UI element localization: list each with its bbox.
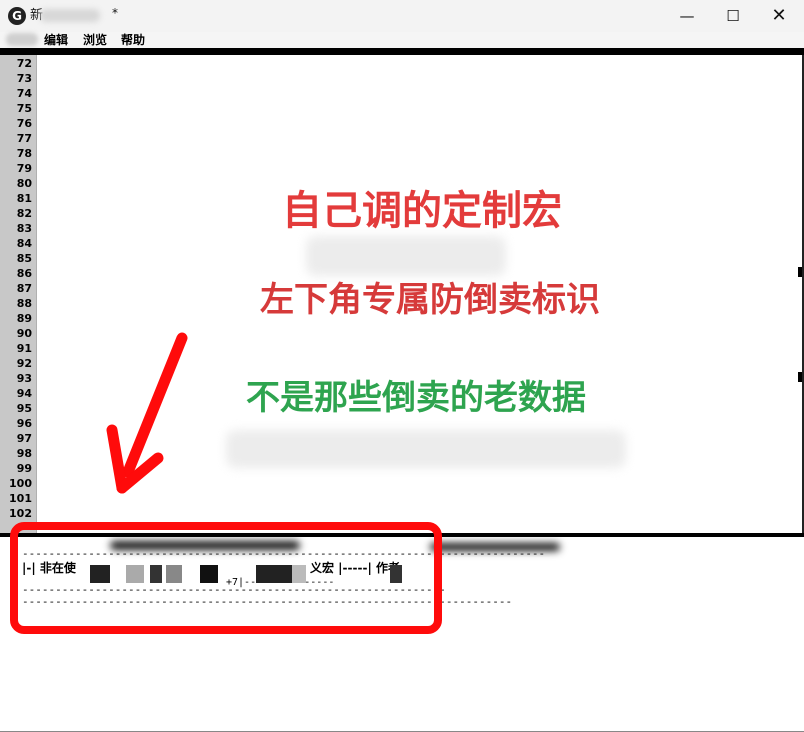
overlay-subline: 左下角专属防倒卖标识 [260, 280, 600, 320]
blurred-text [306, 236, 506, 276]
modified-mark: * [112, 6, 118, 20]
line-number: 76 [16, 117, 32, 130]
menu-help[interactable]: 帮助 [121, 32, 145, 48]
minimize-button[interactable]: — [664, 0, 710, 32]
menu-edit[interactable]: 编辑 [44, 32, 68, 48]
line-number: 73 [16, 72, 32, 85]
line-number: 92 [16, 357, 32, 370]
menu-item-redacted[interactable] [6, 33, 38, 46]
title-redaction [40, 9, 100, 22]
line-number: 91 [16, 342, 32, 355]
title-bar: G 新 * — ☐ ✕ [0, 0, 804, 32]
line-number: 74 [16, 87, 32, 100]
line-number: 77 [16, 132, 32, 145]
line-number: 99 [16, 462, 32, 475]
line-number: 100 [9, 477, 32, 490]
line-number: 102 [9, 507, 32, 520]
line-number: 79 [16, 162, 32, 175]
line-number: 101 [9, 492, 32, 505]
line-number: 72 [16, 57, 32, 70]
line-number: 85 [16, 252, 32, 265]
line-number: 90 [16, 327, 32, 340]
highlight-frame [10, 522, 442, 634]
menu-bar: 编辑 浏览 帮助 [0, 32, 804, 48]
line-number: 75 [16, 102, 32, 115]
line-number: 97 [16, 432, 32, 445]
line-number: 84 [16, 237, 32, 250]
arrow-icon [106, 332, 188, 494]
line-number: 98 [16, 447, 32, 460]
overlay-headline: 自己调的定制宏 [282, 188, 562, 234]
line-number: 78 [16, 147, 32, 160]
close-button[interactable]: ✕ [756, 0, 802, 32]
menu-view[interactable]: 浏览 [83, 32, 107, 48]
app-logo-icon: G [8, 7, 26, 25]
redaction-smear [430, 543, 560, 551]
blurred-text [226, 430, 626, 468]
maximize-button[interactable]: ☐ [710, 0, 756, 32]
editor-top-divider [0, 48, 804, 55]
